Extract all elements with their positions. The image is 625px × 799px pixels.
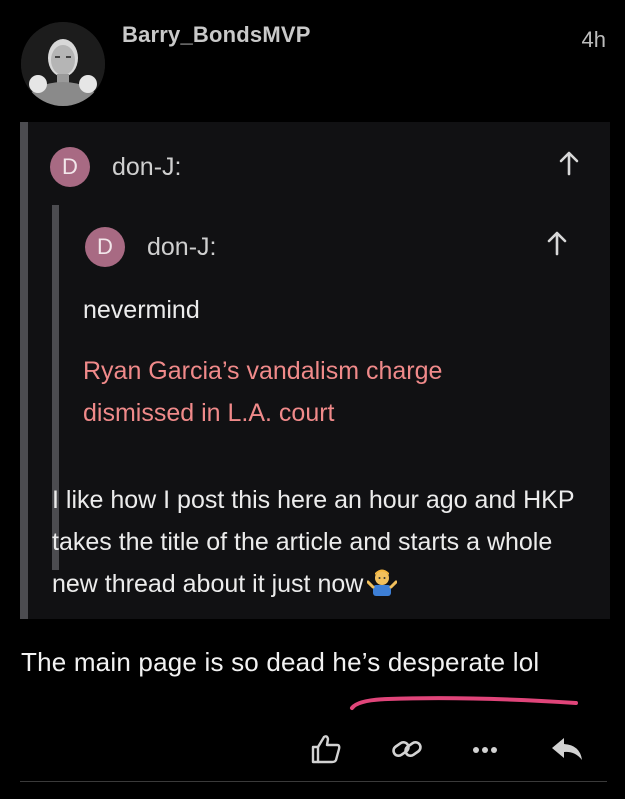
link-icon xyxy=(392,740,422,758)
reply-icon xyxy=(552,738,582,760)
username[interactable]: Barry_BondsMVP xyxy=(122,22,311,48)
quote-bar xyxy=(20,122,28,619)
person-shrugging-emoji xyxy=(366,567,398,609)
reply-button[interactable] xyxy=(547,729,587,769)
quote-body: I like how I post this here an hour ago … xyxy=(52,479,592,609)
quoted-post: D don-J: D don-J: nevermind Ryan Garcia’… xyxy=(20,122,610,619)
like-button[interactable] xyxy=(306,729,346,769)
thumbs-up-icon xyxy=(311,735,341,764)
nested-quote-header: D don-J: xyxy=(85,227,216,267)
annotation-underline xyxy=(350,696,578,710)
more-button[interactable] xyxy=(465,729,505,769)
nested-jump-to-quote-icon[interactable] xyxy=(546,230,568,256)
quote-body-text: I like how I post this here an hour ago … xyxy=(52,486,575,598)
timestamp: 4h xyxy=(581,27,606,52)
author-badge: D xyxy=(50,147,90,187)
nested-quote-author[interactable]: don-J: xyxy=(147,233,216,262)
quote-author[interactable]: don-J: xyxy=(112,153,181,182)
avatar-photo xyxy=(21,22,105,106)
article-link[interactable]: Ryan Garcia’s vandalism charge dismissed… xyxy=(83,350,553,434)
nested-author-badge: D xyxy=(85,227,125,267)
jump-to-quote-icon[interactable] xyxy=(558,150,580,176)
post-actions xyxy=(0,729,625,771)
more-icon xyxy=(473,747,497,753)
post-body: The main page is so dead he’s desperate … xyxy=(21,647,540,677)
quote-header: D don-J: xyxy=(50,147,181,187)
copy-link-button[interactable] xyxy=(387,729,427,769)
divider xyxy=(20,781,607,782)
nested-quote-text: nevermind xyxy=(83,296,200,324)
avatar[interactable] xyxy=(21,22,105,106)
